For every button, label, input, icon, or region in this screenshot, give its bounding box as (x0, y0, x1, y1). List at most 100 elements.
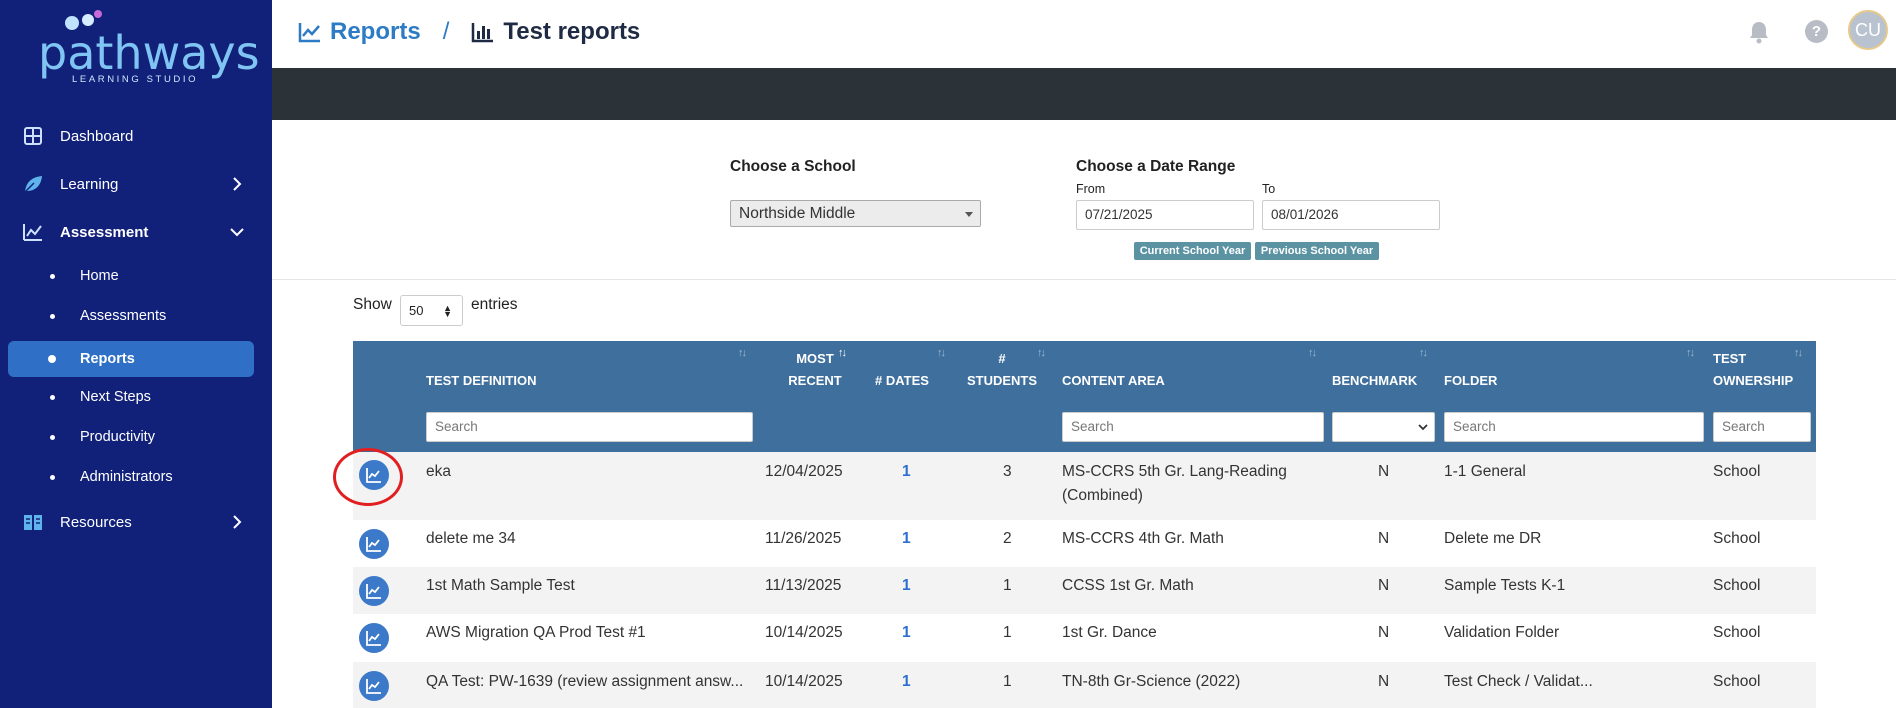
to-date-input[interactable]: 08/01/2026 (1262, 200, 1440, 230)
sidebar-subitem-home[interactable]: Home (8, 258, 254, 294)
bullet-icon (48, 355, 56, 363)
bullet-icon (50, 394, 55, 400)
test-name[interactable]: eka (426, 460, 451, 484)
dates-count-link[interactable]: 1 (902, 460, 911, 484)
sort-icon[interactable]: ↑↓ (738, 347, 747, 359)
content-area: CCSS 1st Gr. Math (1062, 577, 1194, 594)
sort-icon[interactable]: ↑↓ (1308, 347, 1317, 359)
sidebar-subitem-administrators[interactable]: Administrators (8, 459, 254, 495)
bar-chart-icon (472, 23, 494, 43)
pathways-logo[interactable]: pathways LEARNING STUDIO (38, 10, 260, 85)
sidebar-item-assessment[interactable]: Assessment (0, 212, 272, 252)
bell-icon[interactable] (1748, 20, 1770, 44)
content-area-search-input[interactable]: Search (1062, 412, 1324, 442)
sort-icon[interactable]: ↑↓ (1794, 347, 1803, 359)
ownership: School (1713, 624, 1761, 641)
table-row[interactable]: delete me 34 11/26/2025 1 2 MS-CCRS 4th … (353, 520, 1816, 567)
entries-select[interactable]: 50 ▲ ▼ (400, 295, 463, 326)
most-recent-date: 11/13/2025 (765, 577, 842, 594)
sidebar-subitem-next-steps[interactable]: Next Steps (8, 379, 254, 415)
col-benchmark[interactable]: BENCHMARK (1332, 370, 1417, 392)
bullet-icon (50, 474, 55, 480)
table-row[interactable]: 1st Math Sample Test 11/13/2025 1 1 CCSS… (353, 567, 1816, 614)
col-folder[interactable]: FOLDER (1444, 370, 1497, 392)
entries-value: 50 (409, 303, 424, 318)
report-chart-icon (366, 679, 381, 694)
help-icon[interactable]: ? (1805, 20, 1828, 43)
folder-search-input[interactable]: Search (1444, 412, 1704, 442)
report-filters: Choose a School Northside Middle Choose … (272, 120, 1896, 280)
ownership: School (1713, 530, 1761, 547)
sidebar-subitem-label: Administrators (80, 469, 173, 485)
school-select[interactable]: Northside Middle (730, 200, 981, 227)
benchmark-filter-select[interactable] (1332, 412, 1435, 442)
col-test-definition[interactable]: TEST DEFINITION (426, 370, 537, 392)
chevron-right-icon (233, 177, 242, 191)
ownership: School (1713, 673, 1761, 690)
table-row[interactable]: QA Test: PW-1639 (review assignment answ… (353, 662, 1816, 708)
col-content-area[interactable]: CONTENT AREA (1062, 370, 1165, 392)
to-label: To (1262, 182, 1276, 196)
from-date-input[interactable]: 07/21/2025 (1076, 200, 1254, 230)
page-title: Test reports (503, 18, 641, 45)
sort-desc-icon[interactable]: ↑↓ (838, 347, 847, 359)
dates-count-link[interactable]: 1 (902, 574, 911, 598)
test-name[interactable]: delete me 34 (426, 527, 516, 551)
current-school-year-button[interactable]: Current School Year (1134, 242, 1251, 260)
view-report-button[interactable] (359, 576, 389, 606)
test-definition-search-input[interactable]: Search (426, 412, 753, 442)
sidebar-item-label: Learning (60, 175, 119, 193)
sidebar-subitem-label: Next Steps (80, 389, 151, 405)
sidebar-subitem-label: Home (80, 268, 119, 284)
ownership-search-input[interactable]: Search (1713, 412, 1811, 442)
sidebar-subitem-label: Productivity (80, 429, 155, 445)
sort-icon[interactable]: ↑↓ (937, 347, 946, 359)
sidebar-subitem-productivity[interactable]: Productivity (8, 419, 254, 455)
table-row[interactable]: eka 12/04/2025 1 3 MS-CCRS 5th Gr. Lang-… (333, 448, 1816, 520)
view-report-button[interactable] (359, 623, 389, 653)
test-name[interactable]: AWS Migration QA Prod Test #1 (426, 621, 646, 645)
breadcrumb-reports-link[interactable]: Reports (330, 18, 421, 46)
table-row[interactable]: AWS Migration QA Prod Test #1 10/14/2025… (353, 614, 1816, 662)
logo-text: pathways (38, 26, 260, 80)
bullet-icon (50, 313, 55, 319)
dates-count-link[interactable]: 1 (902, 621, 911, 645)
col-students[interactable]: # (960, 348, 1044, 370)
most-recent-date: 10/14/2025 (765, 624, 843, 641)
view-report-button[interactable] (359, 529, 389, 559)
col-most-recent-2: RECENT (788, 373, 842, 388)
sidebar-item-label: Dashboard (60, 127, 134, 145)
test-name[interactable]: QA Test: PW-1639 (review assignment answ… (426, 670, 743, 694)
benchmark-value: N (1378, 624, 1390, 641)
previous-school-year-button[interactable]: Previous School Year (1255, 242, 1379, 260)
report-chart-icon (366, 537, 381, 552)
avatar[interactable]: CU (1848, 10, 1888, 50)
sort-icon[interactable]: ↑↓ (1037, 347, 1046, 359)
col-dates[interactable]: # DATES (869, 370, 935, 392)
test-name[interactable]: 1st Math Sample Test (426, 574, 575, 598)
sidebar-item-learning[interactable]: Learning (0, 164, 272, 204)
highlight-annotation (333, 448, 403, 506)
view-report-button[interactable] (359, 671, 389, 701)
sidebar-item-dashboard[interactable]: Dashboard (0, 116, 272, 156)
benchmark-value: N (1378, 463, 1390, 480)
dates-count-link[interactable]: 1 (902, 670, 911, 694)
folder-name: Test Check / Validat... (1444, 673, 1593, 690)
chevron-down-icon (1418, 424, 1428, 431)
sort-icon[interactable]: ↑↓ (1686, 347, 1695, 359)
content-area: MS-CCRS 4th Gr. Math (1062, 530, 1224, 547)
breadcrumb-separator: / (442, 18, 450, 45)
folder-name: 1-1 General (1444, 463, 1526, 480)
table-header: TEST DEFINITION ↑↓ MOST RECENT ↑↓ # DATE… (353, 341, 1816, 452)
sort-icon[interactable]: ↑↓ (1419, 347, 1428, 359)
benchmark-value: N (1378, 530, 1390, 547)
logo-dot (82, 14, 94, 26)
sidebar-subitem-assessments[interactable]: Assessments (8, 298, 254, 334)
dates-count-link[interactable]: 1 (902, 527, 911, 551)
school-label: Choose a School (730, 158, 856, 175)
sidebar-subitem-reports[interactable]: Reports (8, 341, 254, 377)
students-count: 1 (1003, 624, 1012, 641)
col-ownership[interactable]: TEST (1713, 348, 1746, 370)
students-count: 3 (1003, 463, 1012, 480)
sidebar-item-resources[interactable]: Resources (0, 502, 272, 542)
